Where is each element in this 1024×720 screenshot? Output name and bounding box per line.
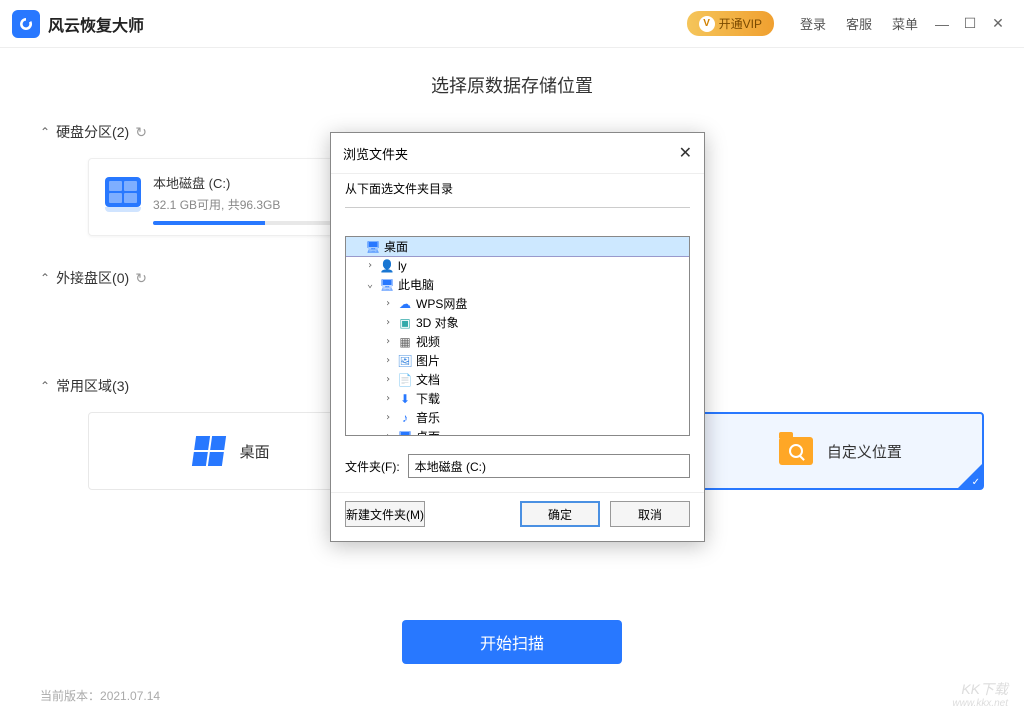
tree-item[interactable]: ›👤ly	[346, 256, 689, 275]
titlebar: 风云恢复大师 V 开通VIP 登录 客服 菜单 — ☐ ✕	[0, 0, 1024, 48]
tree-item[interactable]: ›🖥桌面	[346, 427, 689, 436]
node-icon: 📄	[397, 372, 413, 388]
vip-label: 开通VIP	[719, 15, 762, 32]
check-icon: ✓	[972, 477, 980, 488]
folder-tree[interactable]: 🖥桌面›👤ly⌄🖥此电脑›☁WPS网盘›▣3D 对象›▦视频›🖼图片›📄文档›⬇…	[345, 236, 690, 436]
location-desktop-label: 桌面	[240, 441, 270, 462]
folder-field-input[interactable]	[408, 454, 690, 478]
node-label: 3D 对象	[416, 314, 459, 331]
windows-icon	[192, 434, 226, 468]
tree-item[interactable]: ›☁WPS网盘	[346, 294, 689, 313]
folder-field-label: 文件夹(F):	[345, 458, 400, 475]
ok-button[interactable]: 确定	[520, 501, 600, 527]
watermark: KK下载 www.kkx.net	[952, 681, 1008, 710]
expand-icon[interactable]: ›	[382, 355, 394, 366]
location-custom[interactable]: 自定义位置 ✓	[697, 412, 984, 490]
chevron-up-icon: ⌃	[40, 125, 50, 139]
dialog-close-icon[interactable]: ✕	[679, 143, 692, 163]
disk-icon	[105, 177, 141, 207]
section-common-label: 常用区域(3)	[56, 376, 129, 396]
section-disk-label: 硬盘分区(2)	[56, 122, 129, 142]
menu-link[interactable]: 菜单	[892, 14, 918, 33]
cancel-button[interactable]: 取消	[610, 501, 690, 527]
expand-icon[interactable]: ›	[382, 412, 394, 423]
node-label: 视频	[416, 333, 440, 350]
version-footer: 当前版本：2021.07.14	[40, 687, 160, 704]
node-label: 下载	[416, 390, 440, 407]
node-label: 桌面	[384, 238, 408, 255]
node-icon: ☁	[397, 296, 413, 312]
tree-item[interactable]: ›♪音乐	[346, 408, 689, 427]
node-icon: 🖥	[365, 239, 381, 255]
login-link[interactable]: 登录	[800, 14, 826, 33]
node-label: 音乐	[416, 409, 440, 426]
dialog-title: 浏览文件夹	[343, 144, 408, 163]
tree-item[interactable]: ⌄🖥此电脑	[346, 275, 689, 294]
node-label: 图片	[416, 352, 440, 369]
service-link[interactable]: 客服	[846, 14, 872, 33]
scan-button[interactable]: 开始扫描	[402, 620, 622, 664]
tree-item[interactable]: ›🖼图片	[346, 351, 689, 370]
node-label: ly	[398, 259, 407, 273]
node-icon: ♪	[397, 410, 413, 426]
node-icon: ⬇	[397, 391, 413, 407]
maximize-button[interactable]: ☐	[956, 10, 984, 38]
section-external-label: 外接盘区(0)	[56, 268, 129, 288]
node-icon: ▣	[397, 315, 413, 331]
dialog-subtitle: 从下面选文件夹目录	[331, 173, 704, 207]
node-icon: 👤	[379, 258, 395, 274]
node-icon: 🖥	[379, 277, 395, 293]
node-label: 桌面	[416, 428, 440, 436]
node-icon: 🖼	[397, 353, 413, 369]
version-value: 2021.07.14	[100, 689, 160, 703]
node-label: WPS网盘	[416, 295, 467, 312]
node-label: 文档	[416, 371, 440, 388]
tree-item[interactable]: ›⬇下载	[346, 389, 689, 408]
expand-icon[interactable]: ›	[382, 298, 394, 309]
tree-item[interactable]: 🖥桌面	[346, 237, 689, 256]
expand-icon[interactable]: ›	[382, 393, 394, 404]
chevron-up-icon: ⌃	[40, 379, 50, 393]
page-title: 选择原数据存储位置	[40, 72, 984, 98]
location-custom-label: 自定义位置	[827, 441, 902, 462]
folder-search-icon	[779, 434, 813, 468]
expand-icon[interactable]: ›	[382, 317, 394, 328]
node-label: 此电脑	[398, 276, 434, 293]
expand-icon[interactable]: ›	[382, 336, 394, 347]
minimize-button[interactable]: —	[928, 10, 956, 38]
expand-icon[interactable]: ⌄	[364, 279, 376, 290]
close-button[interactable]: ✕	[984, 10, 1012, 38]
browse-folder-dialog: 浏览文件夹 ✕ 从下面选文件夹目录 🖥桌面›👤ly⌄🖥此电脑›☁WPS网盘›▣3…	[330, 132, 705, 542]
tree-item[interactable]: ›📄文档	[346, 370, 689, 389]
expand-icon[interactable]: ›	[364, 260, 376, 271]
new-folder-button[interactable]: 新建文件夹(M)	[345, 501, 425, 527]
node-icon: 🖥	[397, 429, 413, 437]
vip-button[interactable]: V 开通VIP	[687, 11, 774, 36]
tree-item[interactable]: ›▦视频	[346, 332, 689, 351]
refresh-icon[interactable]: ↻	[135, 124, 147, 141]
chevron-up-icon: ⌃	[40, 271, 50, 285]
app-title: 风云恢复大师	[48, 12, 144, 36]
expand-icon[interactable]: ›	[382, 431, 394, 436]
node-icon: ▦	[397, 334, 413, 350]
refresh-icon[interactable]: ↻	[135, 270, 147, 287]
version-label: 当前版本：	[40, 689, 100, 703]
tree-item[interactable]: ›▣3D 对象	[346, 313, 689, 332]
vip-icon: V	[699, 16, 715, 32]
expand-icon[interactable]: ›	[382, 374, 394, 385]
app-logo	[12, 10, 40, 38]
